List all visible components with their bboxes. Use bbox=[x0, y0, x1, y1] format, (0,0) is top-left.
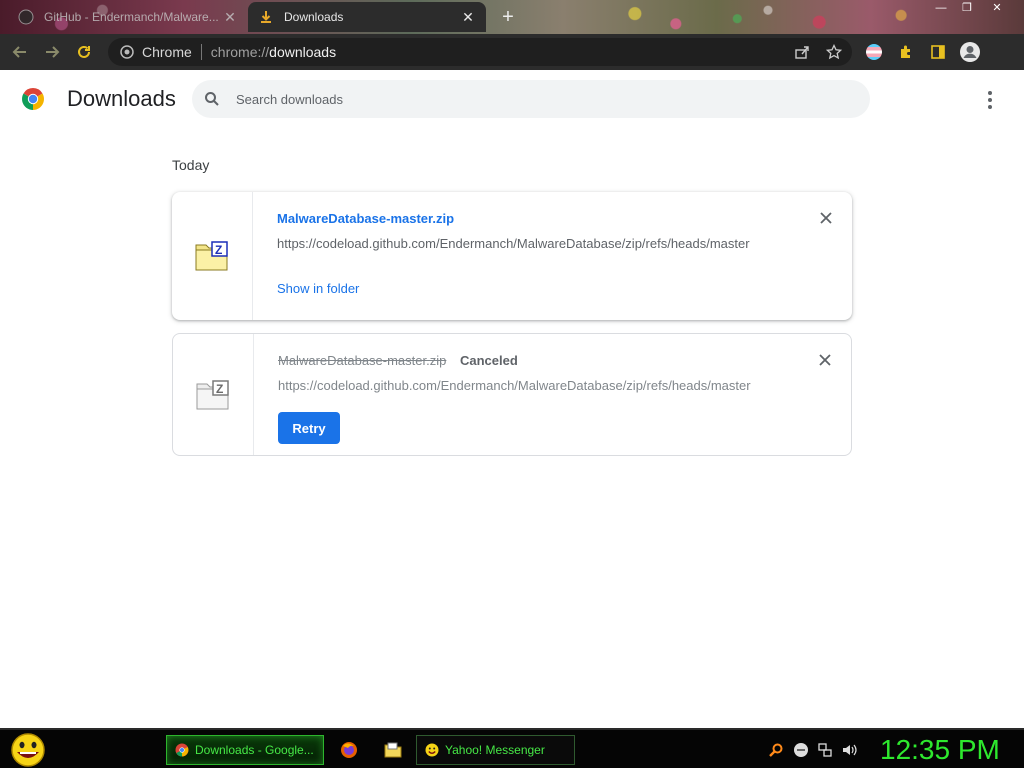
chrome-site-icon bbox=[120, 45, 134, 59]
retry-button[interactable]: Retry bbox=[278, 412, 340, 444]
tab-downloads[interactable]: Downloads ✕ bbox=[248, 2, 486, 32]
taskbar-item-yahoo-messenger[interactable]: Yahoo! Messenger bbox=[416, 735, 575, 765]
file-name-link[interactable]: MalwareDatabase-master.zip bbox=[277, 211, 454, 226]
forward-button[interactable] bbox=[40, 40, 64, 64]
zip-file-icon: Z bbox=[196, 379, 229, 409]
file-explorer-icon[interactable] bbox=[383, 740, 403, 760]
file-icon-column: Z bbox=[172, 192, 253, 320]
site-label: Chrome bbox=[142, 44, 192, 60]
close-tab-icon[interactable]: ✕ bbox=[460, 9, 476, 25]
close-window-icon[interactable]: ✕ bbox=[982, 0, 1012, 16]
reload-button[interactable] bbox=[72, 40, 96, 64]
account-button[interactable] bbox=[954, 34, 986, 70]
tab-github[interactable]: GitHub - Endermanch/Malware... ✕ bbox=[8, 2, 248, 32]
file-name-canceled: MalwareDatabase-master.zip bbox=[278, 353, 447, 368]
search-tray-icon[interactable] bbox=[768, 742, 784, 758]
volume-icon[interactable] bbox=[841, 742, 857, 758]
share-button[interactable] bbox=[786, 34, 818, 70]
yahoo-smiley-icon bbox=[425, 743, 439, 757]
chrome-icon bbox=[175, 743, 189, 757]
bookmark-button[interactable] bbox=[818, 34, 850, 70]
source-url[interactable]: https://codeload.github.com/Endermanch/M… bbox=[278, 378, 751, 393]
messenger-tray-icon[interactable] bbox=[793, 742, 809, 758]
star-icon bbox=[826, 44, 842, 60]
url-host: downloads bbox=[269, 44, 337, 60]
download-details: MalwareDatabase-master.zip Canceled http… bbox=[278, 334, 851, 455]
search-bar[interactable] bbox=[192, 80, 870, 118]
firefox-icon[interactable] bbox=[339, 740, 359, 760]
download-icon bbox=[258, 9, 274, 25]
download-item: Z MalwareDatabase-master.zip https://cod… bbox=[172, 192, 852, 320]
taskbar-item-label: Downloads - Google... bbox=[195, 743, 314, 757]
forward-icon bbox=[46, 46, 60, 58]
taskbar-item-chrome[interactable]: Downloads - Google... bbox=[166, 735, 324, 765]
taskbar: Downloads - Google... Yahoo! Messenger 1… bbox=[0, 728, 1024, 768]
svg-text:Z: Z bbox=[216, 382, 223, 396]
extensions-button[interactable] bbox=[890, 34, 922, 70]
search-icon bbox=[205, 92, 219, 106]
sidepanel-icon bbox=[931, 45, 945, 59]
share-icon bbox=[795, 46, 809, 59]
taskbar-item-label: Yahoo! Messenger bbox=[445, 743, 545, 757]
source-url[interactable]: https://codeload.github.com/Endermanch/M… bbox=[277, 236, 750, 251]
downloads-header: Downloads bbox=[0, 70, 1024, 128]
extensions-icon bbox=[901, 45, 910, 58]
omnibox-divider bbox=[200, 44, 202, 60]
profile-flag-button[interactable] bbox=[858, 34, 890, 70]
back-button[interactable] bbox=[8, 40, 32, 64]
url-scheme: chrome:// bbox=[210, 44, 270, 60]
tab-title: GitHub - Endermanch/Malware... bbox=[44, 10, 219, 24]
tab-strip: GitHub - Endermanch/Malware... ✕ Downloa… bbox=[0, 0, 1024, 34]
side-panel-button[interactable] bbox=[922, 34, 954, 70]
taskbar-clock[interactable]: 12:35 PM bbox=[880, 734, 1000, 766]
new-tab-button[interactable]: + bbox=[498, 7, 518, 27]
remove-download-icon[interactable] bbox=[818, 210, 834, 226]
download-item: Z MalwareDatabase-master.zip Canceled ht… bbox=[172, 333, 852, 456]
status-label: Canceled bbox=[460, 353, 518, 368]
remove-download-icon[interactable] bbox=[817, 352, 833, 368]
start-smiley-icon[interactable] bbox=[8, 732, 48, 768]
file-icon-column: Z bbox=[173, 334, 254, 455]
back-icon bbox=[12, 46, 26, 58]
more-options-icon[interactable] bbox=[978, 88, 1002, 112]
address-bar[interactable]: Chrome chrome://downloads bbox=[108, 38, 852, 66]
show-in-folder-link[interactable]: Show in folder bbox=[277, 281, 359, 296]
zip-file-icon: Z bbox=[195, 241, 228, 271]
reload-icon bbox=[78, 45, 90, 58]
download-details: MalwareDatabase-master.zip https://codel… bbox=[277, 192, 852, 320]
account-icon bbox=[960, 42, 980, 62]
github-icon bbox=[18, 9, 34, 25]
tab-title: Downloads bbox=[284, 10, 344, 24]
search-input[interactable] bbox=[236, 91, 796, 107]
network-icon[interactable] bbox=[817, 742, 833, 758]
svg-text:Z: Z bbox=[215, 243, 222, 257]
chrome-logo-icon bbox=[22, 88, 44, 110]
date-header: Today bbox=[172, 157, 210, 173]
maximize-icon[interactable]: ❐ bbox=[952, 0, 982, 16]
browser-toolbar: Chrome chrome://downloads bbox=[0, 34, 1024, 70]
profile-flag-icon bbox=[866, 44, 882, 60]
page-title: Downloads bbox=[67, 86, 176, 111]
close-tab-icon[interactable]: ✕ bbox=[222, 9, 238, 25]
